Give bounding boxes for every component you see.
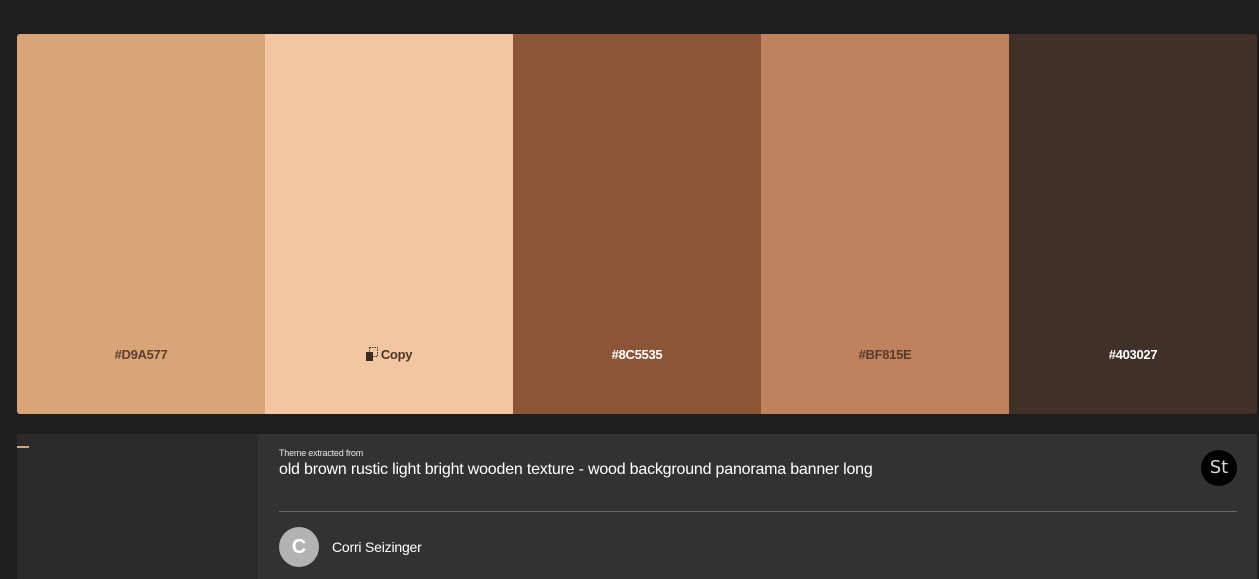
swatch-2[interactable]: Copy bbox=[265, 34, 513, 414]
author-name[interactable]: Corri Seizinger bbox=[332, 539, 422, 555]
avatar[interactable]: C bbox=[279, 527, 319, 567]
divider bbox=[279, 511, 1237, 512]
swatch-5[interactable]: #403027 bbox=[1009, 34, 1257, 414]
swatch-4[interactable]: #BF815E bbox=[761, 34, 1009, 414]
swatch-copy-label[interactable]: Copy bbox=[265, 347, 513, 363]
swatch-hex-label[interactable]: #D9A577 bbox=[17, 347, 265, 363]
swatch-1[interactable]: #D9A577 bbox=[17, 34, 265, 414]
copy-text: Copy bbox=[380, 347, 413, 362]
swatch-hex-label[interactable]: #BF815E bbox=[761, 347, 1009, 363]
adobe-stock-icon[interactable]: St bbox=[1201, 450, 1237, 486]
theme-source-kicker: Theme extracted from bbox=[279, 448, 364, 458]
theme-meta: Theme extracted from old brown rustic li… bbox=[279, 434, 1237, 579]
swatch-3[interactable]: #8C5535 bbox=[513, 34, 761, 414]
thumbnail-marker bbox=[17, 446, 29, 448]
swatch-hex-label[interactable]: #8C5535 bbox=[513, 347, 761, 363]
theme-info-panel: Theme extracted from old brown rustic li… bbox=[17, 434, 1257, 579]
color-palette: #D9A577 Copy #8C5535 #BF815E #403027 bbox=[17, 34, 1257, 414]
source-image-thumbnail[interactable] bbox=[17, 434, 258, 579]
swatch-hex-label[interactable]: #403027 bbox=[1009, 347, 1257, 363]
theme-source-title[interactable]: old brown rustic light bright wooden tex… bbox=[279, 461, 873, 479]
copy-icon bbox=[365, 347, 378, 361]
